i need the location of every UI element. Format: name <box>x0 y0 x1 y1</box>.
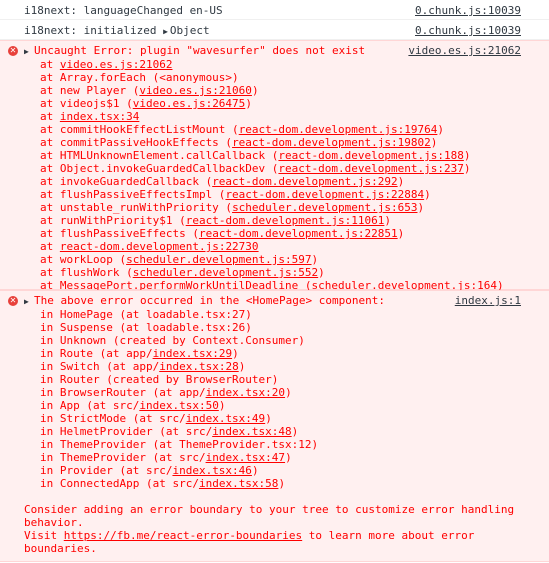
stack-frame: in App (at src/index.tsx:50) <box>40 399 226 412</box>
stack-frame-link[interactable]: video.es.js:26475 <box>133 97 246 110</box>
console-log-2: i18next: initialized ▶ Object 0.chunk.js:… <box>0 20 549 40</box>
stack-frame-link[interactable]: react-dom.development.js:22851 <box>199 227 398 240</box>
error-source-link[interactable]: index.js:1 <box>455 294 521 307</box>
stack-frame: in Switch (at app/index.tsx:28) <box>40 360 246 373</box>
stack-frame-link[interactable]: react-dom.development.js:11061 <box>186 214 385 227</box>
stack-frame: at runWithPriority$1 (react-dom.developm… <box>40 214 392 227</box>
stack-frame: in Suspense (at loadable.tsx:26) <box>40 321 252 334</box>
stack-frame: in ThemeProvider (at ThemeProvider.tsx:1… <box>40 438 319 451</box>
log-text: i18next: languageChanged en-US <box>24 4 223 17</box>
log-source-link[interactable]: 0.chunk.js:10039 <box>415 24 521 37</box>
log-text: i18next: initialized <box>24 24 164 37</box>
stack-trace: at video.es.js:21062 at Array.forEach (<a… <box>24 58 521 292</box>
stack-frame: at new Player (video.es.js:21060) <box>40 84 259 97</box>
error-source-link[interactable]: video.es.js:21062 <box>408 44 521 57</box>
stack-frame: in Unknown (created by Context.Consumer) <box>40 334 305 347</box>
stack-frame: at video.es.js:21062 <box>40 58 173 71</box>
stack-frame-link[interactable]: index.tsx:20 <box>206 386 285 399</box>
stack-frame: at HTMLUnknownElement.callCallback (reac… <box>40 149 471 162</box>
stack-frame: at workLoop (scheduler.development.js:59… <box>40 253 319 266</box>
stack-frame-link[interactable]: index.tsx:46 <box>172 464 251 477</box>
log-source-link[interactable]: 0.chunk.js:10039 <box>415 4 521 17</box>
expand-triangle-icon[interactable]: ▶ <box>24 295 34 308</box>
console-log-1: i18next: languageChanged en-US 0.chunk.j… <box>0 0 549 20</box>
stack-frame-link[interactable]: react-dom.development.js:237 <box>278 162 463 175</box>
stack-frame: at unstable_runWithPriority (scheduler.d… <box>40 201 425 214</box>
stack-frame: at Array.forEach (<anonymous>) <box>40 71 239 84</box>
stack-frame: at flushPassiveEffects (react-dom.develo… <box>40 227 405 240</box>
object-preview[interactable]: Object <box>170 24 210 37</box>
error-icon: ✕ <box>8 296 18 306</box>
stack-frame-link[interactable]: react-dom.development.js:19802 <box>232 136 431 149</box>
visit-line: Visit https://fb.me/react-error-boundari… <box>24 529 481 555</box>
stack-frame: in Route (at app/index.tsx:29) <box>40 347 239 360</box>
stack-frame: at flushPassiveEffectsImpl (react-dom.de… <box>40 188 431 201</box>
stack-frame-link[interactable]: video.es.js:21060 <box>139 84 252 97</box>
stack-frame: at videojs$1 (video.es.js:26475) <box>40 97 252 110</box>
stack-frame-link[interactable]: index.tsx:58 <box>199 477 278 490</box>
stack-frame-link[interactable]: scheduler.development.js:597 <box>126 253 311 266</box>
stack-frame-link[interactable]: video.es.js:21062 <box>60 58 173 71</box>
stack-frame-link[interactable]: scheduler.development.js:552 <box>133 266 318 279</box>
expand-triangle-icon[interactable]: ▶ <box>24 45 34 58</box>
error-icon: ✕ <box>8 46 18 56</box>
stack-frame: in ThemeProvider (at src/index.tsx:47) <box>40 451 292 464</box>
stack-frame-link[interactable]: index.tsx:50 <box>139 399 218 412</box>
stack-frame: at commitPassiveHookEffects (react-dom.d… <box>40 136 438 149</box>
console-error-1: ✕ ▶ Uncaught Error: plugin "wavesurfer" d… <box>0 40 549 292</box>
react-error-boundaries-link[interactable]: https://fb.me/react-error-boundaries <box>64 529 302 542</box>
stack-frame: in BrowserRouter (at app/index.tsx:20) <box>40 386 292 399</box>
stack-frame: at invokeGuardedCallback (react-dom.deve… <box>40 175 405 188</box>
stack-frame: at commitHookEffectListMount (react-dom.… <box>40 123 444 136</box>
stack-frame-link[interactable]: scheduler.development.js:653 <box>232 201 417 214</box>
stack-frame: in StrictMode (at src/index.tsx:49) <box>40 412 272 425</box>
stack-frame-link[interactable]: index.tsx:34 <box>60 110 139 123</box>
stack-frame-link[interactable]: index.tsx:48 <box>212 425 291 438</box>
stack-frame-link[interactable]: react-dom.development.js:188 <box>278 149 463 162</box>
stack-frame-link[interactable]: react-dom.development.js:292 <box>212 175 397 188</box>
stack-frame-link[interactable]: index.tsx:28 <box>159 360 238 373</box>
stack-frame-link[interactable]: react-dom.development.js:22884 <box>225 188 424 201</box>
error-boundary-advice: Consider adding an error boundary to you… <box>24 503 521 529</box>
stack-frame-link[interactable]: index.tsx:47 <box>206 451 285 464</box>
stack-frame-link[interactable]: index.tsx:29 <box>153 347 232 360</box>
stack-frame: in HomePage (at loadable.tsx:27) <box>40 308 252 321</box>
error-message: Uncaught Error: plugin "wavesurfer" does… <box>34 44 366 57</box>
stack-frame-link[interactable]: index.tsx:49 <box>186 412 265 425</box>
stack-frame: in Provider (at src/index.tsx:46) <box>40 464 259 477</box>
component-stack: in HomePage (at loadable.tsx:27) in Suspe… <box>24 308 521 490</box>
stack-frame-link[interactable]: react-dom.development.js:19764 <box>239 123 438 136</box>
stack-frame-link[interactable]: react-dom.development.js:22730 <box>60 240 259 253</box>
stack-frame: in HelmetProvider (at src/index.tsx:48) <box>40 425 299 438</box>
stack-frame: at react-dom.development.js:22730 <box>40 240 259 253</box>
stack-frame: at index.tsx:34 <box>40 110 140 123</box>
stack-frame: at Object.invokeGuardedCallbackDev (reac… <box>40 162 471 175</box>
stack-frame: in Router (created by BrowserRouter) <box>40 373 279 386</box>
stack-frame: at flushWork (scheduler.development.js:5… <box>40 266 325 279</box>
expand-triangle-icon[interactable]: ▶ <box>163 27 168 36</box>
error-message: The above error occurred in the <HomePag… <box>34 294 385 307</box>
console-error-2: ✕ ▶ The above error occurred in the <Home… <box>0 290 549 562</box>
stack-frame: in ConnectedApp (at src/index.tsx:58) <box>40 477 286 490</box>
